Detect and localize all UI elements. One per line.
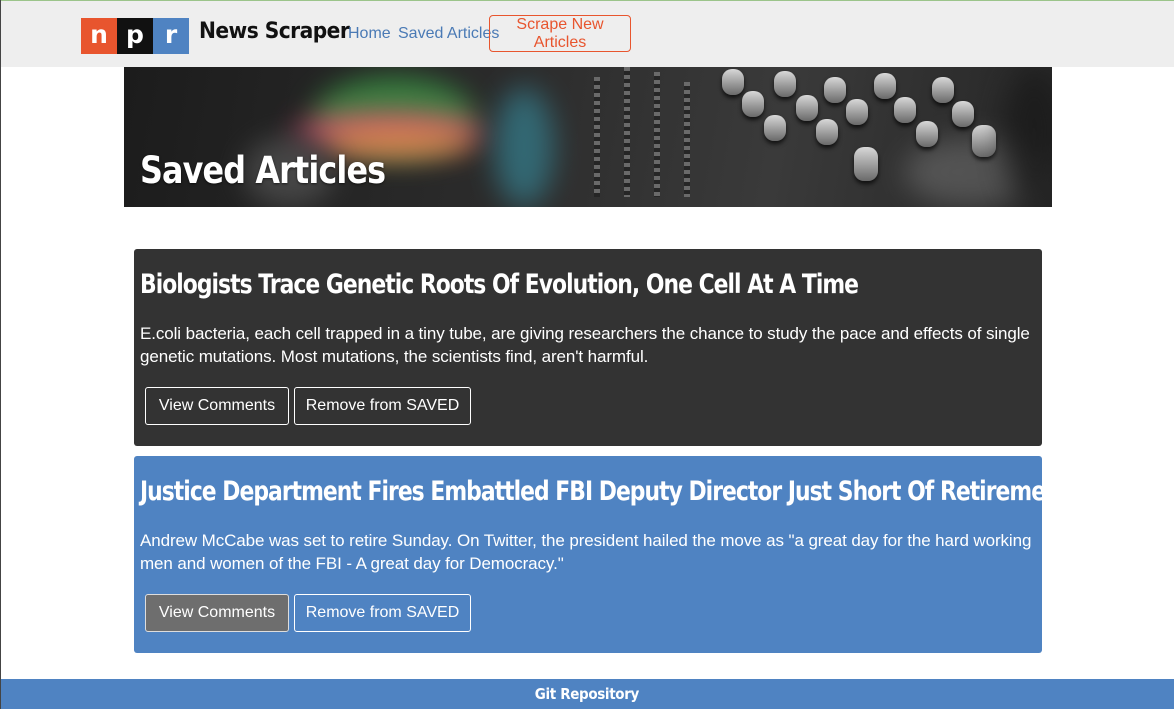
article-summary: Andrew McCabe was set to retire Sunday. …	[140, 531, 1032, 573]
nav-link-saved-articles[interactable]: Saved Articles	[398, 25, 499, 43]
brand-title[interactable]: News Scraper	[199, 19, 350, 44]
navbar: n p r News Scraper Home Saved Articles S…	[0, 1, 1174, 67]
article-card: Biologists Trace Genetic Roots Of Evolut…	[134, 249, 1042, 446]
git-repository-link[interactable]: Git Repository	[535, 685, 640, 703]
view-comments-button[interactable]: View Comments	[145, 387, 289, 425]
logo-letter-n: n	[81, 18, 117, 54]
remove-from-saved-button[interactable]: Remove from SAVED	[294, 387, 471, 425]
window-left-edge	[0, 0, 1, 709]
view-comments-button[interactable]: View Comments	[145, 594, 289, 632]
article-summary: E.coli bacteria, each cell trapped in a …	[140, 324, 1030, 366]
logo-letter-p: p	[117, 18, 153, 54]
footer: Git Repository	[0, 679, 1174, 709]
article-title[interactable]: Justice Department Fires Embattled FBI D…	[140, 476, 1070, 507]
nav-link-home[interactable]: Home	[348, 25, 391, 43]
page-title: Saved Articles	[140, 149, 386, 192]
npr-logo[interactable]: n p r	[81, 18, 189, 54]
article-title[interactable]: Biologists Trace Genetic Roots Of Evolut…	[140, 269, 859, 300]
logo-letter-r: r	[153, 18, 189, 54]
article-card: Justice Department Fires Embattled FBI D…	[134, 456, 1070, 653]
remove-from-saved-button[interactable]: Remove from SAVED	[294, 594, 471, 632]
scrape-new-articles-button[interactable]: Scrape New Articles	[489, 15, 631, 52]
hero-banner: Saved Articles	[124, 67, 1052, 207]
